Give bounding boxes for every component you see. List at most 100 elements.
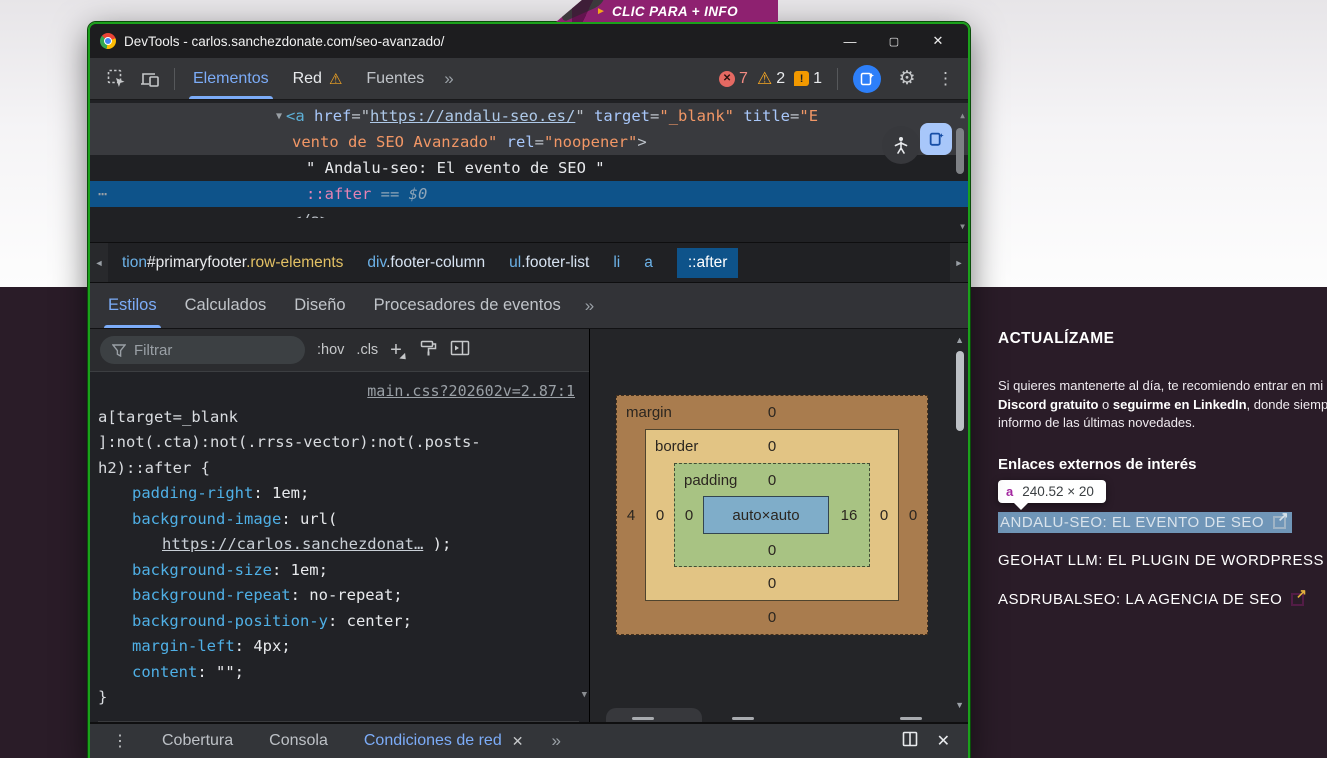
breadcrumb-prev-button[interactable]: ◄: [90, 243, 108, 282]
external-link-icon: [1273, 516, 1286, 529]
box-model-diagram[interactable]: margin0 4 border0 0 padding0 0: [616, 395, 928, 635]
margin-top-value[interactable]: 0: [768, 404, 776, 421]
border-top-value[interactable]: 0: [768, 438, 776, 455]
margin-bottom-value[interactable]: 0: [768, 609, 776, 626]
scrollbar-thumb[interactable]: [956, 351, 964, 431]
border-left-value[interactable]: 0: [646, 463, 674, 567]
scroll-down-arrow[interactable]: ▼: [582, 683, 587, 709]
dom-node-after-selected[interactable]: ⋯::after == $0: [90, 181, 968, 207]
css-property[interactable]: content: "";: [98, 660, 579, 686]
close-button[interactable]: ✕: [916, 26, 960, 56]
issues-badge[interactable]: ! 1: [794, 70, 822, 88]
crumb-li[interactable]: li: [613, 254, 620, 272]
expand-arrow-icon[interactable]: ▼: [276, 104, 282, 129]
drawer-menu-icon[interactable]: ⋮: [90, 731, 144, 751]
more-panels-button[interactable]: »: [575, 296, 604, 316]
dom-node-a-open-wrap[interactable]: vento de SEO Avanzado" rel="noopener">: [90, 129, 968, 155]
link-andalu-seo[interactable]: ANDALU-SEO: EL EVENTO DE SEO: [998, 512, 1292, 533]
computed-sidebar-toggle-icon[interactable]: [450, 340, 470, 361]
margin-left-value[interactable]: 4: [617, 429, 645, 601]
devtools-menu-icon[interactable]: ⋮: [933, 69, 958, 89]
href-link[interactable]: https://andalu-seo.es/: [370, 107, 575, 125]
padding-bottom-value[interactable]: 0: [768, 542, 776, 559]
breadcrumb: tion#primaryfooter.row-elements div.foot…: [108, 248, 950, 278]
tab-sources[interactable]: Fuentes: [354, 58, 436, 99]
drawer-more-tabs-button[interactable]: »: [541, 731, 570, 751]
discord-link[interactable]: Discord gratuito: [998, 397, 1098, 412]
crumb-section[interactable]: tion#primaryfooter.row-elements: [122, 254, 343, 272]
css-selector[interactable]: h2)::after {: [98, 456, 579, 482]
scrollbar-thumb[interactable]: [956, 128, 964, 174]
tab-event-listeners[interactable]: Procesadores de eventos: [360, 283, 575, 328]
ai-assistant-button[interactable]: [853, 65, 881, 93]
drawer-tab-coverage[interactable]: Cobertura: [144, 732, 251, 750]
new-style-rule-button[interactable]: +: [390, 339, 408, 362]
drawer-tab-network-conditions[interactable]: Condiciones de red ✕: [346, 732, 542, 750]
styles-pane: :hov .cls +: [90, 329, 590, 722]
css-property[interactable]: background-position-y: center;: [98, 609, 579, 635]
paint-roller-icon[interactable]: [420, 339, 438, 362]
padding-left-value[interactable]: 0: [675, 496, 703, 534]
crumb-after-selected[interactable]: ::after: [677, 248, 739, 278]
accessibility-button[interactable]: [882, 126, 920, 164]
drawer-tab-console[interactable]: Consola: [251, 732, 346, 750]
promo-banner[interactable]: ► CLIC PARA + INFO: [556, 0, 778, 22]
cutoff-button: [732, 717, 754, 720]
scroll-down-arrow[interactable]: ▼: [960, 214, 965, 240]
titlebar[interactable]: DevTools - carlos.sanchezdonate.com/seo-…: [90, 24, 968, 58]
inspect-element-icon[interactable]: [100, 62, 134, 96]
maximize-button[interactable]: ▢: [872, 26, 916, 56]
scroll-up-arrow[interactable]: ▲: [955, 335, 964, 345]
scroll-down-arrow[interactable]: ▼: [955, 700, 964, 710]
link-asdrubalseo[interactable]: ASDRUBALSEO: LA AGENCIA DE SEO: [998, 591, 1304, 608]
tab-elements[interactable]: Elementos: [181, 58, 281, 99]
dom-text-node[interactable]: " Andalu-seo: El evento de SEO ": [90, 155, 968, 181]
margin-right-value[interactable]: 0: [899, 429, 927, 601]
tab-layout[interactable]: Diseño: [280, 283, 359, 328]
tab-styles[interactable]: Estilos: [94, 283, 171, 328]
minimize-button[interactable]: —: [828, 26, 872, 56]
breadcrumb-next-button[interactable]: ►: [950, 243, 968, 282]
styles-filter-input[interactable]: [134, 342, 274, 359]
css-selector[interactable]: a[target=_blank: [98, 405, 579, 431]
scroll-up-arrow[interactable]: ▲: [960, 103, 965, 129]
crumb-a[interactable]: a: [644, 254, 653, 272]
toggle-hover-state[interactable]: :hov: [317, 342, 344, 358]
filter-pill[interactable]: [100, 336, 305, 364]
console-warnings-badge[interactable]: ⚠ 2: [757, 70, 785, 88]
ai-chip-button[interactable]: [920, 123, 952, 155]
link-geohat-llm[interactable]: GEOHAT LLM: EL PLUGIN DE WORDPRESS: [998, 552, 1327, 569]
tab-network[interactable]: Red ⚠: [281, 58, 355, 99]
more-tabs-button[interactable]: »: [436, 69, 461, 89]
css-rule-editor: main.css?202602v=2.87:1 a[target=_blank …: [90, 372, 589, 722]
border-bottom-value[interactable]: 0: [768, 575, 776, 592]
settings-gear-icon[interactable]: ⚙: [890, 62, 924, 96]
tooltip-tag: a: [1006, 484, 1013, 499]
crumb-div[interactable]: div.footer-column: [367, 254, 485, 272]
content-box-size[interactable]: auto×auto: [703, 496, 829, 534]
crumb-ul[interactable]: ul.footer-list: [509, 254, 589, 272]
css-property[interactable]: background-repeat: no-repeat;: [98, 583, 579, 609]
border-right-value[interactable]: 0: [870, 463, 898, 567]
tab-computed[interactable]: Calculados: [171, 283, 281, 328]
padding-top-value[interactable]: 0: [768, 472, 776, 489]
device-toolbar-icon[interactable]: [134, 62, 168, 96]
close-drawer-icon[interactable]: ✕: [937, 731, 950, 751]
devtools-toolbar: Elementos Red ⚠ Fuentes » ✕ 7 ⚠ 2 ! 1: [90, 58, 968, 100]
dom-node-a-close[interactable]: </a>: [90, 207, 968, 218]
stylesheet-source-link[interactable]: main.css?202602v=2.87:1: [98, 379, 579, 405]
css-property[interactable]: background-size: 1em;: [98, 558, 579, 584]
drawer-split-panel-icon[interactable]: [901, 731, 919, 752]
console-errors-badge[interactable]: ✕ 7: [719, 70, 748, 88]
close-tab-icon[interactable]: ✕: [512, 733, 524, 750]
padding-right-value[interactable]: 16: [829, 496, 869, 534]
css-property[interactable]: padding-right: 1em;: [98, 481, 579, 507]
toggle-classes[interactable]: .cls: [356, 342, 378, 358]
dom-node-a-open[interactable]: ▼<a href="https://andalu-seo.es/" target…: [90, 103, 968, 129]
css-url-value[interactable]: https://carlos.sanchezdonat… );: [98, 532, 579, 558]
css-property[interactable]: background-image: url(: [98, 507, 579, 533]
css-selector[interactable]: ]:not(.cta):not(.rrss-vector):not(.posts…: [98, 430, 579, 456]
css-property[interactable]: margin-left: 4px;: [98, 634, 579, 660]
banner-label: CLIC PARA + INFO: [612, 4, 738, 19]
linkedin-link[interactable]: seguirme en LinkedIn: [1113, 397, 1247, 412]
